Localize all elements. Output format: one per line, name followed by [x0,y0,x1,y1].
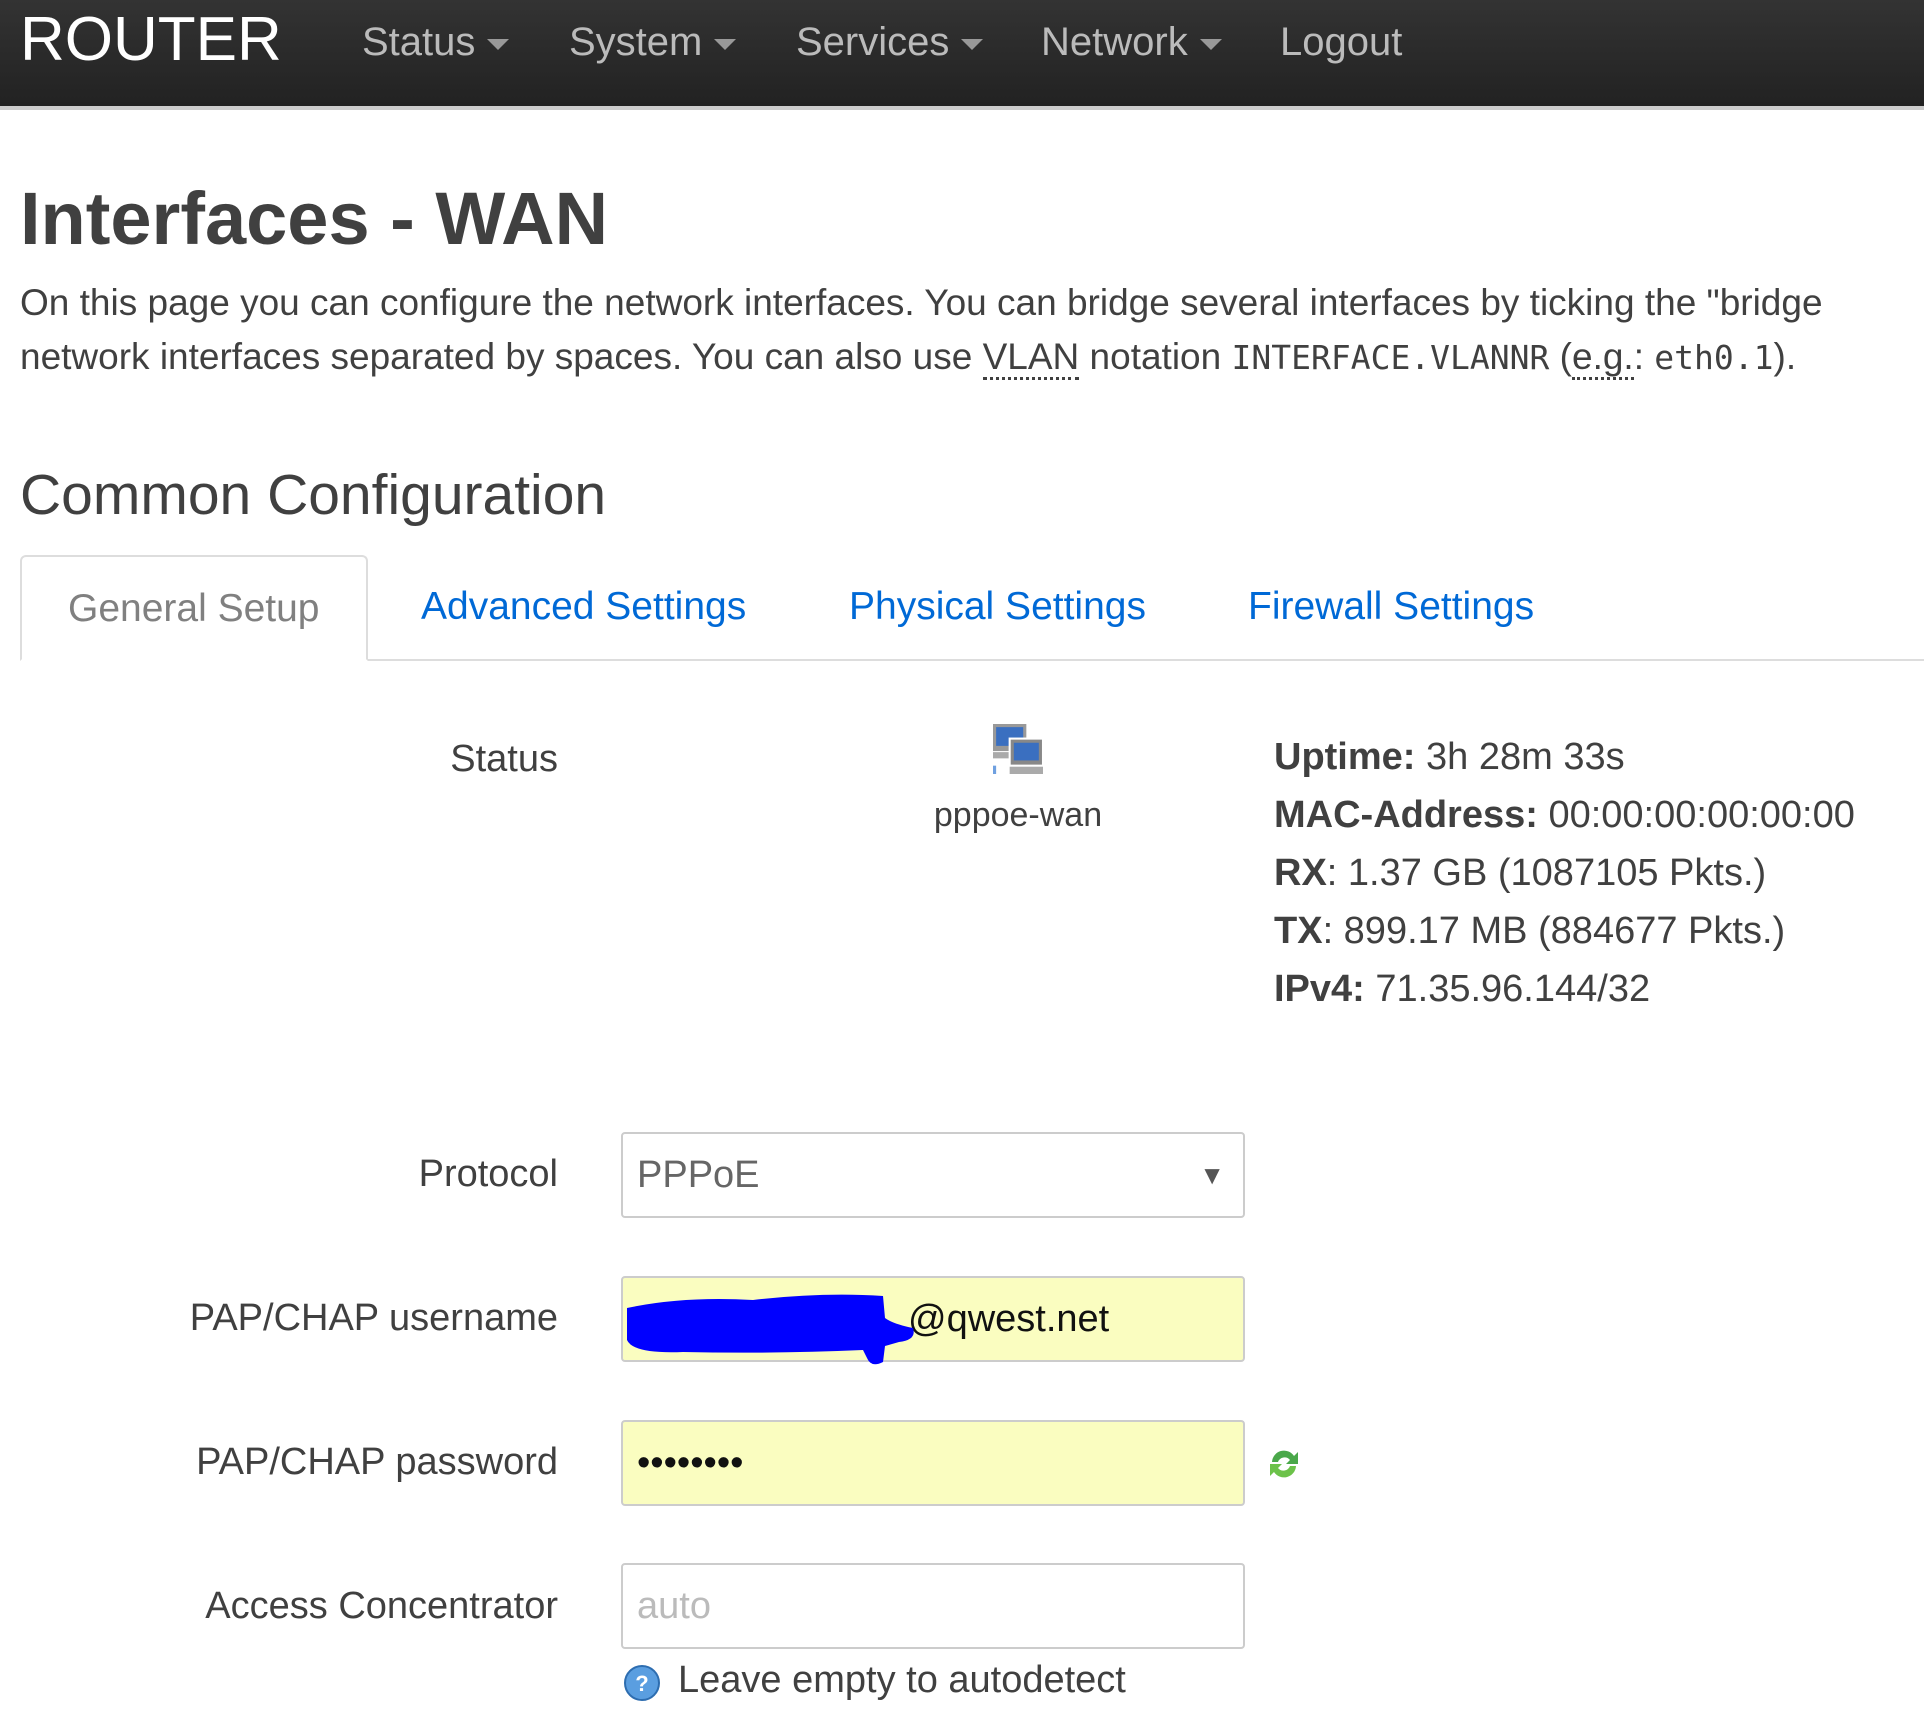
code-example: eth0.1 [1654,338,1774,377]
desc-text: ). [1773,336,1797,377]
protocol-select[interactable]: PPPoE ▼ [621,1132,1245,1218]
tab-bar: General Setup Advanced Settings Physical… [20,555,1924,661]
tab-physical-settings[interactable]: Physical Settings [849,555,1146,659]
help-icon: ? [624,1665,660,1701]
caret-down-icon [1199,38,1222,50]
password-label: PAP/CHAP password [196,1441,558,1483]
desc-text: On this page you can configure the netwo… [20,282,1823,323]
caret-down-icon [714,38,737,50]
rx-label: RX [1274,852,1327,894]
page-title: Interfaces - WAN [20,177,609,260]
nav-services[interactable]: Services [796,20,984,65]
navbar: ROUTER Status System Services Network Lo… [0,0,1924,110]
code-interface: INTERFACE.VLANNR [1231,338,1550,377]
access-concentrator-label: Access Concentrator [205,1585,558,1627]
ipv4-value: 71.35.96.144/32 [1364,968,1651,1010]
redaction-scribble [627,1294,914,1365]
page-description: On this page you can configure the netwo… [20,276,1924,385]
nav-status-label: Status [362,20,476,64]
eg-abbr: e.g. [1572,336,1634,380]
nav-network[interactable]: Network [1041,20,1222,65]
caret-down-icon [961,38,984,50]
status-label: Status [450,738,558,780]
nav-network-label: Network [1041,20,1188,64]
vlan-abbr: VLAN [982,336,1080,380]
uptime-label: Uptime: [1274,736,1416,778]
nav-system[interactable]: System [569,20,737,65]
desc-text: network interfaces separated by spaces. … [20,336,983,377]
reveal-password-icon[interactable] [1266,1444,1302,1484]
nav-status[interactable]: Status [362,20,510,65]
desc-text: notation [1079,336,1232,377]
dropdown-arrow-icon: ▼ [1199,1160,1225,1190]
interface-name: pppoe-wan [933,796,1103,834]
desc-text: : [1633,336,1655,377]
username-label: PAP/CHAP username [189,1297,558,1339]
tab-firewall-settings[interactable]: Firewall Settings [1248,555,1534,659]
protocol-label: Protocol [418,1153,558,1195]
nav-system-label: System [569,20,703,64]
nav-services-label: Services [796,20,950,64]
desc-text: ( [1549,336,1572,377]
mac-value: 00:00:00:00:00:00 [1537,794,1855,836]
protocol-value: PPPoE [637,1154,760,1196]
brand-logo[interactable]: ROUTER [20,4,282,75]
tab-advanced-settings[interactable]: Advanced Settings [421,555,746,659]
password-input[interactable] [621,1420,1245,1506]
section-title: Common Configuration [20,463,607,527]
tx-label: TX [1274,910,1323,952]
caret-down-icon [487,38,510,50]
access-concentrator-input[interactable] [621,1563,1245,1649]
tab-general-setup[interactable]: General Setup [20,555,368,661]
uptime-value: 3h 28m 33s [1415,736,1625,778]
rx-value: : 1.37 GB (1087105 Pkts.) [1326,852,1767,894]
tx-value: : 899.17 MB (884677 Pkts.) [1322,910,1786,952]
access-concentrator-help: Leave empty to autodetect [678,1659,1126,1701]
ipv4-label: IPv4: [1274,968,1365,1010]
svg-text:?: ? [635,1671,648,1696]
network-interface-icon [993,724,1043,774]
status-info: Uptime: 3h 28m 33s MAC-Address: 00:00:00… [1274,728,1855,1018]
mac-label: MAC-Address: [1274,794,1538,836]
nav-logout[interactable]: Logout [1280,20,1402,65]
